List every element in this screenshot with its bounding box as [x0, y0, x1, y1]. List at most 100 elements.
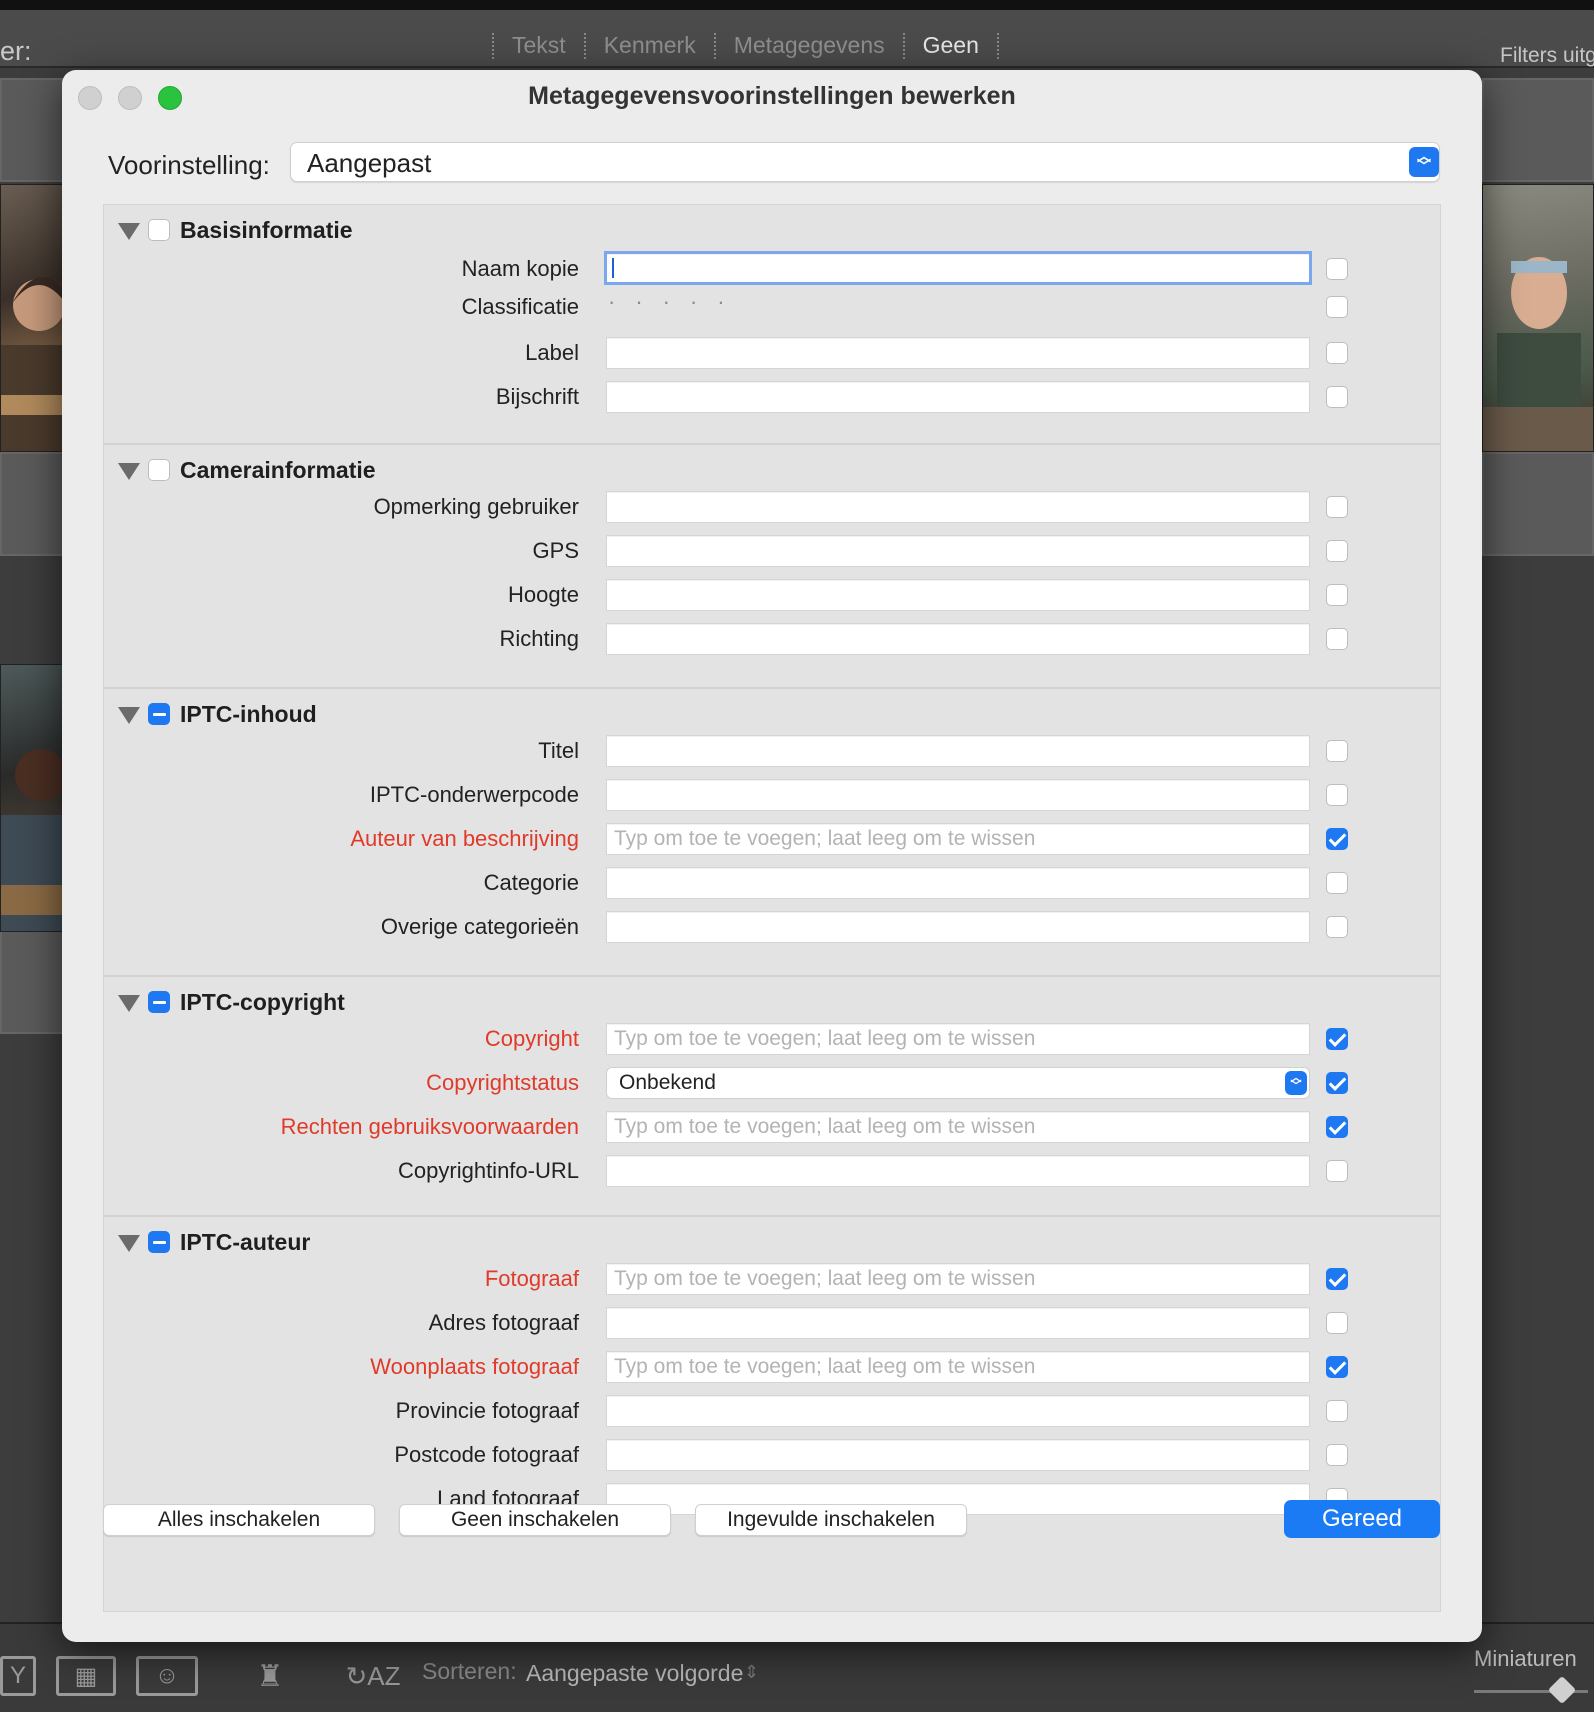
field-enable-checkbox[interactable] [1326, 1312, 1348, 1334]
filter-tab-metadata[interactable]: Metagegevens [716, 32, 903, 59]
field-enable-checkbox[interactable] [1326, 828, 1348, 850]
field-input[interactable] [606, 579, 1310, 611]
grid-cell[interactable] [0, 452, 64, 556]
field-label: Woonplaats fotograaf [370, 1354, 579, 1379]
field-input[interactable] [606, 491, 1310, 523]
disclosure-triangle-icon[interactable] [118, 463, 140, 480]
field-enable-checkbox[interactable] [1326, 1268, 1348, 1290]
metadata-group: IPTC-inhoud Titel IPTC-onderwerpcode Auteur… [104, 689, 1440, 977]
filter-tab-none[interactable]: Geen [905, 32, 997, 59]
field-input[interactable] [606, 779, 1310, 811]
text-caret [612, 258, 614, 278]
people-view-icon[interactable]: ☺ [136, 1656, 198, 1696]
sort-direction-icon[interactable]: ↻AZ [338, 1656, 408, 1696]
field-enable-checkbox[interactable] [1326, 916, 1348, 938]
metadata-fields-panel[interactable]: Basisinformatie Naam kopie Classificatie ··… [103, 204, 1441, 1612]
filter-tab-text[interactable]: Tekst [494, 32, 584, 59]
field-input[interactable] [604, 251, 1312, 285]
field-input[interactable] [606, 1307, 1310, 1339]
field-enable-checkbox[interactable] [1326, 740, 1348, 762]
field-enable-checkbox[interactable] [1326, 628, 1348, 650]
preset-select[interactable]: Aangepast ︿ ﹀ [290, 142, 1440, 182]
field-enable-checkbox[interactable] [1326, 540, 1348, 562]
field-enable-checkbox[interactable] [1326, 1072, 1348, 1094]
filters-off-menu[interactable]: Filters uitg [1500, 44, 1594, 68]
field-input[interactable] [606, 911, 1310, 943]
field-label: Categorie [483, 870, 579, 895]
group-checkbox[interactable] [148, 219, 170, 241]
field-enable-checkbox[interactable] [1326, 296, 1348, 318]
field-enable-checkbox[interactable] [1326, 872, 1348, 894]
field-label: Titel [538, 738, 579, 763]
group-checkbox[interactable] [148, 991, 170, 1013]
dialog-titlebar: Metagegevensvoorinstellingen bewerken [62, 70, 1482, 126]
field-enable-checkbox[interactable] [1326, 1400, 1348, 1422]
thumbnail-size-slider-thumb[interactable] [1547, 1675, 1577, 1705]
field-enable-checkbox[interactable] [1326, 1028, 1348, 1050]
field-input[interactable] [606, 1155, 1310, 1187]
photo-thumbnail[interactable] [1482, 184, 1594, 452]
enable-filled-button[interactable]: Ingevulde inschakelen [695, 1504, 967, 1536]
filter-tab-attribute[interactable]: Kenmerk [586, 32, 714, 59]
portrait-thumbnail-image [1483, 257, 1593, 451]
field-input[interactable]: Typ om toe te voegen; laat leeg om te wi… [606, 823, 1310, 855]
field-enable-checkbox[interactable] [1326, 1160, 1348, 1182]
disclosure-triangle-icon[interactable] [118, 1235, 140, 1252]
field-enable-checkbox[interactable] [1326, 784, 1348, 806]
group-checkbox[interactable] [148, 1231, 170, 1253]
grid-cell[interactable] [1482, 452, 1594, 556]
photo-thumbnail[interactable] [0, 664, 64, 932]
field-label: Postcode fotograaf [394, 1442, 579, 1467]
field-enable-checkbox[interactable] [1326, 496, 1348, 518]
field-placeholder: Typ om toe te voegen; laat leeg om te wi… [614, 827, 1036, 850]
field-enable-checkbox[interactable] [1326, 386, 1348, 408]
field-label: Opmerking gebruiker [373, 494, 579, 519]
field-input[interactable] [606, 1439, 1310, 1471]
rating-stars[interactable]: ····· [608, 289, 745, 315]
painter-icon[interactable]: ♜ [248, 1656, 292, 1696]
enable-none-button[interactable]: Geen inschakelen [399, 1504, 671, 1536]
copyright-status-select[interactable]: Onbekend ︿ ﹀ [606, 1067, 1310, 1099]
field-label: Provincie fotograaf [395, 1398, 579, 1423]
field-input[interactable]: Typ om toe te voegen; laat leeg om te wi… [606, 1351, 1310, 1383]
field-input[interactable] [606, 337, 1310, 369]
disclosure-triangle-icon[interactable] [118, 223, 140, 240]
field-label: Copyrightinfo-URL [398, 1158, 579, 1183]
survey-view-icon[interactable]: Y [0, 1656, 36, 1696]
field-enable-checkbox[interactable] [1326, 1116, 1348, 1138]
field-enable-checkbox[interactable] [1326, 342, 1348, 364]
field-input[interactable] [606, 623, 1310, 655]
done-button[interactable]: Gereed [1284, 1500, 1440, 1538]
field-input[interactable]: Typ om toe te voegen; laat leeg om te wi… [606, 1263, 1310, 1295]
metadata-presets-dialog: Metagegevensvoorinstellingen bewerken Vo… [62, 70, 1482, 1642]
field-input[interactable] [606, 735, 1310, 767]
field-input[interactable]: Typ om toe te voegen; laat leeg om te wi… [606, 1111, 1310, 1143]
field-enable-checkbox[interactable] [1326, 1444, 1348, 1466]
field-enable-checkbox[interactable] [1326, 1356, 1348, 1378]
enable-all-button[interactable]: Alles inschakelen [103, 1504, 375, 1536]
field-input[interactable]: Typ om toe te voegen; laat leeg om te wi… [606, 1023, 1310, 1055]
sort-order-select[interactable]: Aangepaste volgorde [526, 1660, 743, 1687]
disclosure-triangle-icon[interactable] [118, 995, 140, 1012]
field-input[interactable] [606, 867, 1310, 899]
group-title: IPTC-copyright [180, 989, 345, 1015]
field-enable-checkbox[interactable] [1326, 584, 1348, 606]
grid-cell[interactable] [1482, 78, 1594, 182]
field-enable-checkbox[interactable] [1326, 258, 1348, 280]
field-input[interactable] [606, 381, 1310, 413]
grid-view-icon[interactable]: ▦ [56, 1656, 116, 1696]
grid-cell[interactable] [0, 78, 64, 182]
field-label: Overige categorieën [380, 914, 579, 939]
photo-thumbnail[interactable] [0, 184, 64, 452]
disclosure-triangle-icon[interactable] [118, 707, 140, 724]
field-label: IPTC-onderwerpcode [369, 782, 579, 807]
library-filter-bar: er: Tekst Kenmerk Metagegevens Geen Filt… [0, 0, 1594, 68]
field-placeholder: Typ om toe te voegen; laat leeg om te wi… [614, 1267, 1036, 1290]
group-checkbox[interactable] [148, 703, 170, 725]
field-input[interactable] [606, 1395, 1310, 1427]
field-input[interactable] [606, 535, 1310, 567]
field-placeholder: Typ om toe te voegen; laat leeg om te wi… [614, 1027, 1036, 1050]
dialog-title: Metagegevensvoorinstellingen bewerken [528, 82, 1016, 110]
group-checkbox[interactable] [148, 459, 170, 481]
field-label: GPS [532, 538, 579, 563]
